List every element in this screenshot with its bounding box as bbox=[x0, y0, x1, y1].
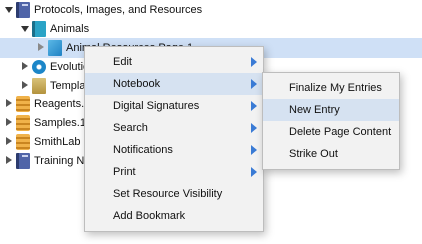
tree-item-label: SmithLab R bbox=[34, 136, 92, 148]
notebook-icon bbox=[32, 21, 46, 37]
expand-arrow-icon[interactable] bbox=[20, 19, 30, 39]
collapse-arrow-icon[interactable] bbox=[36, 38, 46, 58]
submenu-arrow-icon bbox=[251, 123, 257, 133]
collapse-arrow-icon[interactable] bbox=[4, 132, 14, 152]
menu-item-print[interactable]: Print bbox=[85, 161, 263, 183]
submenu-item-finalize-my-entries[interactable]: Finalize My Entries bbox=[263, 77, 399, 99]
menu-item-set-resource-visibility[interactable]: Set Resource Visibility bbox=[85, 183, 263, 205]
submenu-arrow-icon bbox=[251, 167, 257, 177]
menu-item-add-bookmark[interactable]: Add Bookmark bbox=[85, 205, 263, 227]
collapse-arrow-icon[interactable] bbox=[4, 151, 14, 171]
collapse-arrow-icon[interactable] bbox=[4, 94, 14, 114]
menu-item-digital-signatures[interactable]: Digital Signatures bbox=[85, 95, 263, 117]
menu-item-label: Set Resource Visibility bbox=[113, 188, 223, 200]
tree-item-protocols[interactable]: Protocols, Images, and Resources bbox=[0, 0, 422, 20]
menu-item-label: Notebook bbox=[113, 78, 161, 90]
submenu-item-delete-page-content[interactable]: Delete Page Content bbox=[263, 121, 399, 143]
tree-item-label: Protocols, Images, and Resources bbox=[34, 4, 203, 16]
menu-item-label: Add Bookmark bbox=[113, 210, 186, 222]
submenu-arrow-icon bbox=[251, 57, 257, 67]
collapse-arrow-icon[interactable] bbox=[4, 113, 14, 133]
tree-item-animals[interactable]: Animals bbox=[0, 19, 422, 39]
menu-item-notifications[interactable]: Notifications bbox=[85, 139, 263, 161]
menu-item-notebook[interactable]: Notebook bbox=[85, 73, 263, 95]
book-icon bbox=[16, 2, 30, 18]
tree-item-label: Samples.1 bbox=[34, 117, 86, 129]
gear-icon bbox=[32, 60, 46, 74]
menu-item-label: Print bbox=[113, 166, 136, 178]
inventory-icon bbox=[16, 134, 30, 150]
notebook-submenu: Finalize My Entries New Entry Delete Pag… bbox=[262, 72, 400, 170]
submenu-item-label: Delete Page Content bbox=[289, 126, 392, 138]
expand-arrow-icon[interactable] bbox=[4, 0, 14, 20]
context-menu: Edit Notebook Digital Signatures Search … bbox=[84, 46, 264, 232]
submenu-item-strike-out[interactable]: Strike Out bbox=[263, 143, 399, 165]
menu-item-label: Notifications bbox=[113, 144, 173, 156]
menu-item-label: Search bbox=[113, 122, 148, 134]
submenu-item-label: Strike Out bbox=[289, 148, 338, 160]
inventory-icon bbox=[16, 115, 30, 131]
submenu-arrow-icon bbox=[251, 101, 257, 111]
book-icon bbox=[16, 153, 30, 169]
collapse-arrow-icon[interactable] bbox=[20, 57, 30, 77]
tree-item-label: Animals bbox=[50, 23, 90, 35]
template-icon bbox=[32, 78, 46, 94]
collapse-arrow-icon[interactable] bbox=[20, 76, 30, 96]
submenu-arrow-icon bbox=[251, 145, 257, 155]
tree-item-label: Reagents.1 bbox=[34, 98, 91, 110]
page-icon bbox=[48, 40, 62, 56]
app-window: Protocols, Images, and Resources Animals… bbox=[0, 0, 422, 244]
inventory-icon bbox=[16, 96, 30, 112]
submenu-item-label: New Entry bbox=[289, 104, 340, 116]
submenu-arrow-icon bbox=[251, 79, 257, 89]
menu-item-edit[interactable]: Edit bbox=[85, 51, 263, 73]
menu-item-search[interactable]: Search bbox=[85, 117, 263, 139]
menu-item-label: Edit bbox=[113, 56, 132, 68]
menu-item-label: Digital Signatures bbox=[113, 100, 200, 112]
submenu-item-label: Finalize My Entries bbox=[289, 82, 382, 94]
submenu-item-new-entry[interactable]: New Entry bbox=[263, 99, 399, 121]
